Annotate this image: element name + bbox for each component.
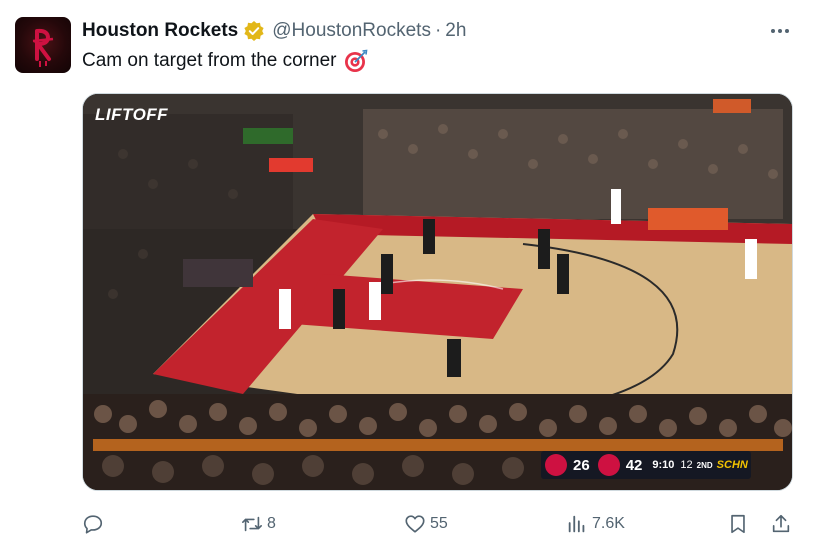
verified-badge-icon[interactable] bbox=[243, 20, 265, 42]
share-icon bbox=[772, 514, 790, 533]
scorebug: 26 42 9:10 12 2ND SCHN bbox=[541, 451, 751, 479]
away-score: 42 bbox=[625, 456, 643, 474]
more-options-button[interactable] bbox=[766, 22, 794, 40]
basketball-court-video-frame bbox=[83, 94, 792, 490]
display-name[interactable]: Houston Rockets bbox=[82, 20, 238, 42]
more-dot bbox=[771, 29, 775, 33]
retweet-icon bbox=[242, 516, 262, 532]
raptors-team-logo-icon bbox=[597, 454, 620, 476]
game-period: 2ND bbox=[696, 460, 713, 470]
separator-dot: · bbox=[434, 20, 442, 41]
bookmark-button[interactable] bbox=[727, 512, 749, 536]
heart-icon bbox=[405, 515, 425, 533]
retweet-button[interactable]: 8 bbox=[241, 512, 276, 536]
rockets-team-logo-icon bbox=[545, 454, 567, 476]
home-score: 26 bbox=[573, 456, 590, 474]
bookmark-icon bbox=[731, 514, 745, 534]
views-button[interactable]: 7.6K bbox=[566, 512, 625, 536]
shot-clock: 12 bbox=[680, 459, 693, 471]
direct-hit-emoji-icon bbox=[344, 49, 368, 73]
user-handle[interactable]: @HoustonRockets bbox=[272, 20, 431, 42]
share-button[interactable] bbox=[770, 512, 792, 536]
more-dot bbox=[778, 29, 782, 33]
views-chart-icon bbox=[568, 515, 585, 533]
more-dot bbox=[785, 29, 789, 33]
video-media[interactable]: LIFTOFF 26 42 9:10 12 2ND SCHN bbox=[82, 93, 793, 491]
liftoff-watermark: LIFTOFF bbox=[95, 105, 169, 124]
reply-icon bbox=[83, 515, 103, 534]
timestamp[interactable]: 2h bbox=[445, 20, 466, 42]
tweet-actions-bar: 8 55 7.6K bbox=[0, 512, 821, 536]
avatar[interactable] bbox=[15, 17, 71, 73]
rockets-logo-icon bbox=[32, 28, 54, 67]
views-count: 7.6K bbox=[592, 515, 625, 532]
network-logo: SCHN bbox=[716, 459, 748, 471]
reply-button[interactable] bbox=[82, 512, 108, 536]
tweet-text-content: Cam on target from the corner bbox=[82, 50, 337, 71]
tweet-header: Houston Rockets @HoustonRockets · 2h bbox=[82, 19, 466, 43]
like-count: 55 bbox=[430, 515, 448, 532]
like-button[interactable]: 55 bbox=[404, 512, 448, 536]
tweet-text: Cam on target from the corner bbox=[82, 49, 368, 73]
tweet-card[interactable]: Houston Rockets @HoustonRockets · 2h Cam… bbox=[0, 0, 821, 552]
game-clock: 9:10 bbox=[652, 459, 675, 471]
retweet-count: 8 bbox=[267, 515, 276, 532]
